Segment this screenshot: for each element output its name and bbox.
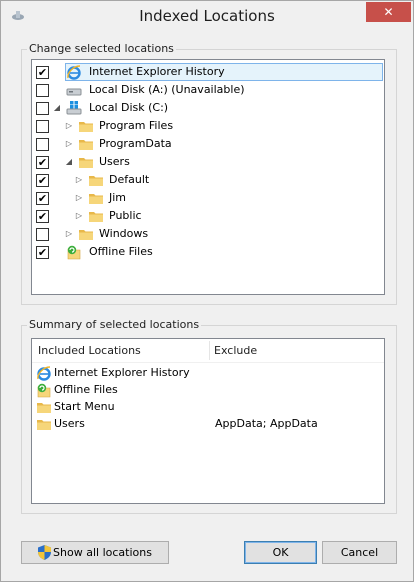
tree-item[interactable]: ▷ Program Files <box>32 117 384 135</box>
locations-tree[interactable]: ✔ Internet Explorer History Local Disk (A:… <box>31 59 385 295</box>
summary-row[interactable]: Users AppData; AppData <box>32 416 384 433</box>
tree-item[interactable]: ▷ Windows <box>32 225 384 243</box>
header-divider <box>32 362 384 363</box>
column-header-exclude[interactable]: Exclude <box>214 339 257 362</box>
location-checkbox[interactable] <box>36 84 49 97</box>
expander-icon[interactable]: ◢ <box>65 157 73 167</box>
summary-list[interactable]: Included Locations Exclude Internet Expl… <box>31 338 385 504</box>
folder-icon <box>88 208 104 224</box>
folder-icon <box>78 154 94 170</box>
folder-icon <box>78 136 94 152</box>
window-title: Indexed Locations <box>139 7 275 25</box>
cancel-button[interactable]: Cancel <box>322 541 397 564</box>
tree-item-label: Local Disk (A:) (Unavailable) <box>89 83 245 96</box>
tree-item[interactable]: ✔ ▷ Public <box>32 207 384 225</box>
tree-item[interactable]: ✔ ▷ Default <box>32 171 384 189</box>
location-checkbox[interactable] <box>36 120 49 133</box>
tree-item-label: Users <box>99 155 130 168</box>
summary-row[interactable]: Start Menu <box>32 399 384 416</box>
show-all-locations-label: Show all locations <box>53 546 152 559</box>
checkmark: ✔ <box>37 246 48 259</box>
title-bar[interactable]: Indexed Locations ✕ <box>1 1 413 32</box>
tree-item[interactable]: Local Disk (A:) (Unavailable) <box>32 81 384 99</box>
location-checkbox[interactable]: ✔ <box>36 66 49 79</box>
included-location: Start Menu <box>54 400 115 413</box>
ie-icon <box>66 64 82 80</box>
drive-icon <box>66 82 82 98</box>
tree-item-label: Local Disk (C:) <box>89 101 169 114</box>
checkmark: ✔ <box>37 66 48 79</box>
checkmark: ✔ <box>37 156 48 169</box>
tree-item-label: ProgramData <box>99 137 172 150</box>
offline-files-icon <box>66 244 82 260</box>
tree-item[interactable]: ✔ Offline Files <box>32 243 384 261</box>
tree-item-label: Jim <box>109 191 127 204</box>
folder-icon <box>78 226 94 242</box>
checkmark: ✔ <box>37 192 48 205</box>
tree-item-label: Program Files <box>99 119 174 132</box>
tree-item-label: Windows <box>99 227 149 240</box>
summary-row[interactable]: Offline Files <box>32 382 384 399</box>
tree-item-label: Public <box>109 209 142 222</box>
included-location: Offline Files <box>54 383 118 396</box>
windows-drive-icon <box>66 100 82 116</box>
location-checkbox[interactable]: ✔ <box>36 210 49 223</box>
tree-item[interactable]: ✔ ▷ Jim <box>32 189 384 207</box>
change-locations-group-label: Change selected locations <box>27 42 176 55</box>
close-button[interactable]: ✕ <box>366 2 411 22</box>
location-checkbox[interactable] <box>36 102 49 115</box>
location-checkbox[interactable] <box>36 228 49 241</box>
folder-icon <box>36 416 52 432</box>
expander-icon[interactable]: ▷ <box>65 139 73 149</box>
ok-button[interactable]: OK <box>244 541 317 564</box>
checkmark: ✔ <box>37 174 48 187</box>
location-checkbox[interactable]: ✔ <box>36 174 49 187</box>
expander-icon[interactable]: ◢ <box>53 103 61 113</box>
tree-item[interactable]: ✔ Internet Explorer History <box>32 63 384 81</box>
location-checkbox[interactable]: ✔ <box>36 246 49 259</box>
folder-icon <box>88 190 104 206</box>
expander-icon[interactable]: ▷ <box>65 121 73 131</box>
expander-icon[interactable]: ▷ <box>75 193 83 203</box>
tree-item-label: Offline Files <box>89 245 153 258</box>
location-checkbox[interactable] <box>36 138 49 151</box>
location-checkbox[interactable]: ✔ <box>36 156 49 169</box>
checkmark: ✔ <box>37 210 48 223</box>
included-location: Users <box>54 417 85 430</box>
expander-icon[interactable]: ▷ <box>75 211 83 221</box>
column-header-included[interactable]: Included Locations <box>38 339 141 362</box>
tree-item[interactable]: ✔ ◢ Users <box>32 153 384 171</box>
column-divider[interactable] <box>209 341 210 360</box>
location-checkbox[interactable]: ✔ <box>36 192 49 205</box>
tree-item-label: Internet Explorer History <box>89 65 225 78</box>
expander-icon[interactable]: ▷ <box>65 229 73 239</box>
summary-group-label: Summary of selected locations <box>27 318 202 331</box>
expander-icon[interactable]: ▷ <box>75 175 83 185</box>
offline-files-icon <box>36 382 52 398</box>
folder-icon <box>36 399 52 415</box>
ie-icon <box>36 365 52 381</box>
show-all-locations-button[interactable]: Show all locations <box>21 541 169 564</box>
uac-shield-icon <box>38 545 52 560</box>
folder-icon <box>88 172 104 188</box>
tree-item-label: Default <box>109 173 150 186</box>
tree-item[interactable]: ▷ ProgramData <box>32 135 384 153</box>
excluded-folders: AppData; AppData <box>215 417 318 430</box>
tree-item[interactable]: ◢ Local Disk (C:) <box>32 99 384 117</box>
folder-icon <box>78 118 94 134</box>
included-location: Internet Explorer History <box>54 366 190 379</box>
indexed-locations-dialog: Indexed Locations ✕ Change selected loca… <box>0 0 414 582</box>
summary-row[interactable]: Internet Explorer History <box>32 365 384 382</box>
